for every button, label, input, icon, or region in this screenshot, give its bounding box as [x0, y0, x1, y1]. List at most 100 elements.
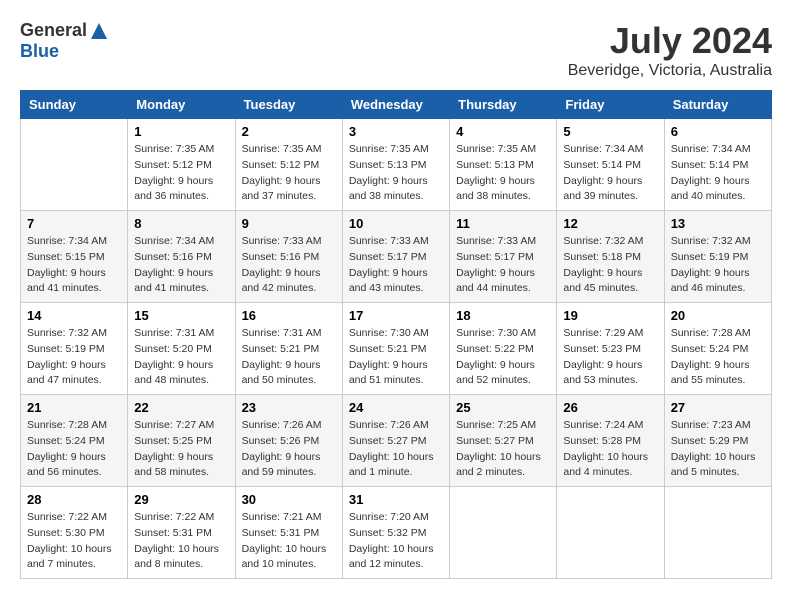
day-number: 26 — [563, 400, 657, 415]
day-number: 24 — [349, 400, 443, 415]
calendar-week-2: 7Sunrise: 7:34 AMSunset: 5:15 PMDaylight… — [21, 211, 772, 303]
calendar-cell: 28 Sunrise: 7:22 AMSunset: 5:30 PMDayligh… — [21, 487, 128, 579]
day-number: 3 — [349, 124, 443, 139]
day-info: Sunrise: 7:33 AMSunset: 5:17 PMDaylight:… — [349, 234, 443, 297]
day-number: 27 — [671, 400, 765, 415]
day-number: 23 — [242, 400, 336, 415]
day-info: Sunrise: 7:32 AMSunset: 5:19 PMDaylight:… — [27, 326, 121, 389]
calendar-cell: 2Sunrise: 7:35 AMSunset: 5:12 PMDaylight… — [235, 119, 342, 211]
title-area: July 2024 Beveridge, Victoria, Australia — [568, 20, 772, 80]
day-number: 31 — [349, 492, 443, 507]
day-info: Sunrise: 7:26 AMSunset: 5:27 PMDaylight:… — [349, 418, 443, 481]
calendar-cell: 21 Sunrise: 7:28 AMSunset: 5:24 PMDayligh… — [21, 395, 128, 487]
calendar-header-wednesday: Wednesday — [342, 91, 449, 119]
day-info: Sunrise: 7:28 AMSunset: 5:24 PMDaylight:… — [671, 326, 765, 389]
day-number: 4 — [456, 124, 550, 139]
day-info: Sunrise: 7:28 AMSunset: 5:24 PMDaylight:… — [27, 418, 121, 481]
calendar-cell: 15 Sunrise: 7:31 AMSunset: 5:20 PMDayligh… — [128, 303, 235, 395]
calendar-header-tuesday: Tuesday — [235, 91, 342, 119]
calendar-cell: 22 Sunrise: 7:27 AMSunset: 5:25 PMDayligh… — [128, 395, 235, 487]
calendar-cell: 12 Sunrise: 7:32 AMSunset: 5:18 PMDayligh… — [557, 211, 664, 303]
day-number: 1 — [134, 124, 228, 139]
calendar-header-sunday: Sunday — [21, 91, 128, 119]
day-info: Sunrise: 7:30 AMSunset: 5:21 PMDaylight:… — [349, 326, 443, 389]
page-header: General Blue July 2024 Beveridge, Victor… — [20, 20, 772, 80]
day-info: Sunrise: 7:33 AMSunset: 5:17 PMDaylight:… — [456, 234, 550, 297]
day-info: Sunrise: 7:34 AMSunset: 5:15 PMDaylight:… — [27, 234, 121, 297]
calendar-week-4: 21 Sunrise: 7:28 AMSunset: 5:24 PMDayligh… — [21, 395, 772, 487]
calendar-cell: 31 Sunrise: 7:20 AMSunset: 5:32 PMDayligh… — [342, 487, 449, 579]
day-number: 22 — [134, 400, 228, 415]
day-number: 21 — [27, 400, 121, 415]
day-info: Sunrise: 7:26 AMSunset: 5:26 PMDaylight:… — [242, 418, 336, 481]
day-info: Sunrise: 7:30 AMSunset: 5:22 PMDaylight:… — [456, 326, 550, 389]
calendar-cell: 20 Sunrise: 7:28 AMSunset: 5:24 PMDayligh… — [664, 303, 771, 395]
month-title: July 2024 — [568, 20, 772, 62]
calendar-cell: 1 Sunrise: 7:35 AMSunset: 5:12 PMDaylight… — [128, 119, 235, 211]
day-number: 30 — [242, 492, 336, 507]
day-number: 17 — [349, 308, 443, 323]
day-info: Sunrise: 7:22 AMSunset: 5:30 PMDaylight:… — [27, 510, 121, 573]
day-number: 25 — [456, 400, 550, 415]
day-number: 20 — [671, 308, 765, 323]
day-number: 29 — [134, 492, 228, 507]
calendar-week-5: 28 Sunrise: 7:22 AMSunset: 5:30 PMDayligh… — [21, 487, 772, 579]
day-info: Sunrise: 7:34 AMSunset: 5:14 PMDaylight:… — [563, 142, 657, 205]
day-number: 16 — [242, 308, 336, 323]
location-subtitle: Beveridge, Victoria, Australia — [568, 62, 772, 80]
calendar-cell: 24 Sunrise: 7:26 AMSunset: 5:27 PMDayligh… — [342, 395, 449, 487]
calendar-cell: 7Sunrise: 7:34 AMSunset: 5:15 PMDaylight… — [21, 211, 128, 303]
day-info: Sunrise: 7:31 AMSunset: 5:21 PMDaylight:… — [242, 326, 336, 389]
day-info: Sunrise: 7:34 AMSunset: 5:14 PMDaylight:… — [671, 142, 765, 205]
day-info: Sunrise: 7:35 AMSunset: 5:12 PMDaylight:… — [242, 142, 336, 205]
calendar-cell: 13Sunrise: 7:32 AMSunset: 5:19 PMDayligh… — [664, 211, 771, 303]
calendar-cell: 19Sunrise: 7:29 AMSunset: 5:23 PMDayligh… — [557, 303, 664, 395]
calendar-cell: 14 Sunrise: 7:32 AMSunset: 5:19 PMDayligh… — [21, 303, 128, 395]
calendar-cell: 27Sunrise: 7:23 AMSunset: 5:29 PMDayligh… — [664, 395, 771, 487]
calendar-cell: 11Sunrise: 7:33 AMSunset: 5:17 PMDayligh… — [450, 211, 557, 303]
day-info: Sunrise: 7:20 AMSunset: 5:32 PMDaylight:… — [349, 510, 443, 573]
day-number: 5 — [563, 124, 657, 139]
day-number: 8 — [134, 216, 228, 231]
day-info: Sunrise: 7:31 AMSunset: 5:20 PMDaylight:… — [134, 326, 228, 389]
day-info: Sunrise: 7:21 AMSunset: 5:31 PMDaylight:… — [242, 510, 336, 573]
day-number: 13 — [671, 216, 765, 231]
calendar-cell — [21, 119, 128, 211]
calendar-cell: 10 Sunrise: 7:33 AMSunset: 5:17 PMDayligh… — [342, 211, 449, 303]
day-info: Sunrise: 7:22 AMSunset: 5:31 PMDaylight:… — [134, 510, 228, 573]
day-number: 18 — [456, 308, 550, 323]
day-number: 28 — [27, 492, 121, 507]
day-info: Sunrise: 7:32 AMSunset: 5:18 PMDaylight:… — [563, 234, 657, 297]
calendar-header-saturday: Saturday — [664, 91, 771, 119]
day-info: Sunrise: 7:34 AMSunset: 5:16 PMDaylight:… — [134, 234, 228, 297]
calendar-cell: 16 Sunrise: 7:31 AMSunset: 5:21 PMDayligh… — [235, 303, 342, 395]
day-info: Sunrise: 7:27 AMSunset: 5:25 PMDaylight:… — [134, 418, 228, 481]
calendar-cell: 23 Sunrise: 7:26 AMSunset: 5:26 PMDayligh… — [235, 395, 342, 487]
calendar-header-thursday: Thursday — [450, 91, 557, 119]
calendar-table: SundayMondayTuesdayWednesdayThursdayFrid… — [20, 90, 772, 579]
calendar-cell: 3 Sunrise: 7:35 AMSunset: 5:13 PMDaylight… — [342, 119, 449, 211]
day-info: Sunrise: 7:35 AMSunset: 5:13 PMDaylight:… — [349, 142, 443, 205]
calendar-cell: 9 Sunrise: 7:33 AMSunset: 5:16 PMDaylight… — [235, 211, 342, 303]
day-number: 12 — [563, 216, 657, 231]
calendar-week-1: 1 Sunrise: 7:35 AMSunset: 5:12 PMDaylight… — [21, 119, 772, 211]
day-number: 10 — [349, 216, 443, 231]
logo-blue-text: Blue — [20, 41, 59, 62]
day-info: Sunrise: 7:29 AMSunset: 5:23 PMDaylight:… — [563, 326, 657, 389]
calendar-header-monday: Monday — [128, 91, 235, 119]
day-info: Sunrise: 7:25 AMSunset: 5:27 PMDaylight:… — [456, 418, 550, 481]
day-number: 9 — [242, 216, 336, 231]
day-info: Sunrise: 7:24 AMSunset: 5:28 PMDaylight:… — [563, 418, 657, 481]
calendar-cell: 29 Sunrise: 7:22 AMSunset: 5:31 PMDayligh… — [128, 487, 235, 579]
calendar-cell — [664, 487, 771, 579]
calendar-cell: 30 Sunrise: 7:21 AMSunset: 5:31 PMDayligh… — [235, 487, 342, 579]
calendar-header-friday: Friday — [557, 91, 664, 119]
calendar-week-3: 14 Sunrise: 7:32 AMSunset: 5:19 PMDayligh… — [21, 303, 772, 395]
calendar-header-row: SundayMondayTuesdayWednesdayThursdayFrid… — [21, 91, 772, 119]
day-info: Sunrise: 7:33 AMSunset: 5:16 PMDaylight:… — [242, 234, 336, 297]
day-info: Sunrise: 7:35 AMSunset: 5:12 PMDaylight:… — [134, 142, 228, 205]
calendar-cell: 8 Sunrise: 7:34 AMSunset: 5:16 PMDaylight… — [128, 211, 235, 303]
logo: General Blue — [20, 20, 109, 62]
day-number: 14 — [27, 308, 121, 323]
day-number: 15 — [134, 308, 228, 323]
